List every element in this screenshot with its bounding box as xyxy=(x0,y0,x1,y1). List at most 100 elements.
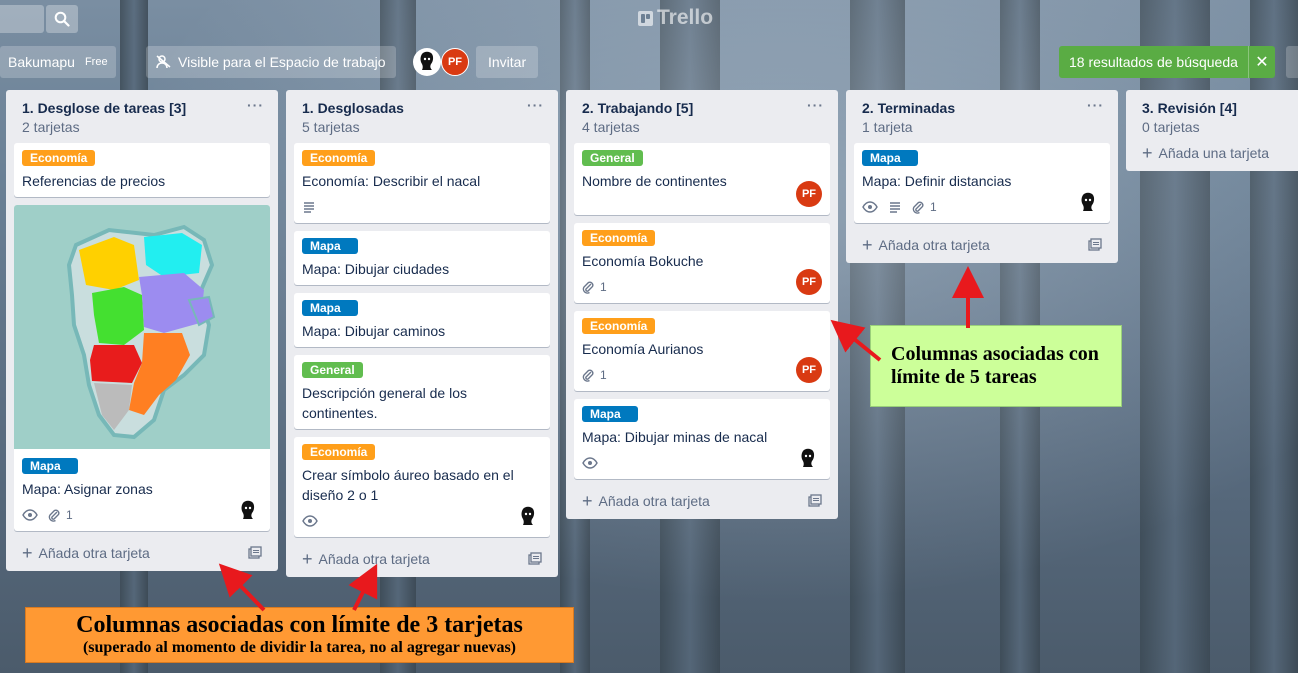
list-title[interactable]: 1. Desglosadas xyxy=(302,100,404,116)
paperclip-icon xyxy=(48,509,60,522)
card[interactable]: Economía Referencias de precios xyxy=(14,143,270,197)
list-title[interactable]: 3. Revisión [4] xyxy=(1142,100,1237,116)
plus-icon: + xyxy=(22,543,33,563)
add-card-button[interactable]: + Añada otra tarjeta xyxy=(6,539,278,571)
avatar-face-icon xyxy=(801,448,815,467)
plus-icon: + xyxy=(302,549,313,569)
card-title: Mapa: Dibujar caminos xyxy=(302,323,446,339)
card[interactable]: Economía Economía: Describir el nacal xyxy=(294,143,550,223)
close-icon[interactable]: ✕ xyxy=(1247,46,1275,78)
attachment-badge: 1 xyxy=(48,508,73,522)
card-badges xyxy=(302,511,542,531)
eye-icon xyxy=(22,509,38,521)
card[interactable]: General Nombre de continentes PF xyxy=(574,143,830,215)
card-label[interactable]: Economía xyxy=(302,444,376,460)
card-label[interactable]: Economía xyxy=(302,150,376,166)
list-card-count: 1 tarjeta xyxy=(862,119,913,135)
avatar-face-icon xyxy=(521,506,535,525)
list-desglose-de-tareas: 1. Desglose de tareas [3] ··· 2 tarjetas… xyxy=(6,90,278,571)
eye-icon xyxy=(582,457,598,469)
card[interactable]: Mapa Mapa: Dibujar minas de nacal xyxy=(574,399,830,479)
avatar-face-icon xyxy=(420,51,434,70)
card[interactable]: Mapa Mapa: Dibujar ciudades xyxy=(294,231,550,285)
list-title[interactable]: 1. Desglose de tareas [3] xyxy=(22,100,186,116)
member-avatar[interactable] xyxy=(234,497,262,525)
attachment-count: 1 xyxy=(600,368,607,382)
member-avatar[interactable] xyxy=(413,48,441,76)
member-avatar[interactable] xyxy=(1074,189,1102,217)
list-card-count: 5 tarjetas xyxy=(302,119,360,135)
invite-button[interactable]: Invitar xyxy=(476,46,539,78)
card[interactable]: Economía Crear símbolo áureo basado en e… xyxy=(294,437,550,537)
member-avatar[interactable] xyxy=(794,445,822,473)
list-menu-button[interactable]: ··· xyxy=(247,98,264,116)
card[interactable]: Economía Economía Bokuche 1 PF xyxy=(574,223,830,303)
member-avatar-pf[interactable]: PF xyxy=(796,181,822,207)
trello-logo-icon xyxy=(638,10,653,26)
list-title[interactable]: 2. Terminadas xyxy=(862,100,955,116)
trello-logo[interactable]: Trello xyxy=(638,6,713,30)
card[interactable]: Mapa Mapa: Definir distancias 1 xyxy=(854,143,1110,223)
add-card-label: Añada otra tarjeta xyxy=(318,551,430,567)
search-input[interactable] xyxy=(0,5,44,33)
add-card-button[interactable]: + Añada una tarjeta xyxy=(1126,143,1298,171)
attachment-count: 1 xyxy=(600,280,607,294)
member-avatar-pf[interactable]: PF xyxy=(796,357,822,383)
template-icon[interactable] xyxy=(528,552,542,566)
card[interactable]: Economía Economía Aurianos 1 PF xyxy=(574,311,830,391)
search-button[interactable] xyxy=(46,5,78,33)
card[interactable]: Mapa Mapa: Dibujar caminos xyxy=(294,293,550,347)
card-title: Descripción general de los continentes. xyxy=(302,385,467,421)
list-menu-button[interactable]: ··· xyxy=(527,98,544,116)
paperclip-icon xyxy=(912,201,924,214)
list-menu-button[interactable]: ··· xyxy=(807,98,824,116)
list-revision: 3. Revisión [4] 0 tarjetas + Añada una ta… xyxy=(1126,90,1298,171)
card-label[interactable]: Economía xyxy=(582,230,656,246)
card[interactable]: General Descripción general de los conti… xyxy=(294,355,550,429)
card[interactable]: Mapa Mapa: Asignar zonas 1 xyxy=(14,205,270,531)
visibility-button[interactable]: Visible para el Espacio de trabajo xyxy=(146,46,396,78)
template-icon[interactable] xyxy=(248,546,262,560)
card-badges: 1 xyxy=(582,365,822,385)
card-badges: 1 xyxy=(22,505,262,525)
card-title: Mapa: Asignar zonas xyxy=(22,481,153,497)
member-avatar-pf[interactable]: PF xyxy=(796,269,822,295)
board-menu-button[interactable] xyxy=(1286,46,1298,78)
board-name-button[interactable]: Bakumapu Free xyxy=(0,46,116,78)
board-header: Bakumapu Free Visible para el Espacio de… xyxy=(0,46,1298,78)
add-card-button[interactable]: + Añada otra tarjeta xyxy=(846,231,1118,263)
list-menu-button[interactable]: ··· xyxy=(1087,98,1104,116)
add-card-label: Añada otra tarjeta xyxy=(38,545,150,561)
card-label[interactable]: Mapa xyxy=(582,406,638,422)
list-card-count: 4 tarjetas xyxy=(582,119,640,135)
list-desglosadas: 1. Desglosadas ··· 5 tarjetas Economía E… xyxy=(286,90,558,577)
member-avatar-pf[interactable]: PF xyxy=(441,48,469,76)
member-avatar[interactable] xyxy=(514,503,542,531)
template-icon[interactable] xyxy=(808,494,822,508)
card-badges: 1 xyxy=(582,277,822,297)
add-card-label: Añada otra tarjeta xyxy=(598,493,710,509)
card-label[interactable]: Economía xyxy=(22,150,96,166)
card-label[interactable]: General xyxy=(582,150,643,166)
card-label[interactable]: Mapa xyxy=(862,150,918,166)
card-badges xyxy=(582,453,822,473)
avatar-face-icon xyxy=(1081,192,1095,211)
avatar-face-icon xyxy=(241,500,255,519)
logo-text: Trello xyxy=(657,6,714,29)
search-results-label: 18 resultados de búsqueda xyxy=(1069,54,1238,70)
add-card-button[interactable]: + Añada otra tarjeta xyxy=(286,545,558,577)
board-name: Bakumapu xyxy=(8,54,75,70)
list-title[interactable]: 2. Trabajando [5] xyxy=(582,100,693,116)
annotation-line: Columnas asociadas con límite de 3 tarje… xyxy=(76,612,523,638)
add-card-button[interactable]: + Añada otra tarjeta xyxy=(566,487,838,519)
card-cover-map-image xyxy=(14,205,270,449)
card-title: Economía: Describir el nacal xyxy=(302,173,481,189)
attachment-count: 1 xyxy=(66,508,73,522)
template-icon[interactable] xyxy=(1088,238,1102,252)
card-label[interactable]: Mapa xyxy=(302,238,358,254)
card-label[interactable]: Economía xyxy=(582,318,656,334)
card-label[interactable]: Mapa xyxy=(22,458,78,474)
card-label[interactable]: General xyxy=(302,362,363,378)
search-results-banner[interactable]: 18 resultados de búsqueda ✕ xyxy=(1059,46,1275,78)
card-label[interactable]: Mapa xyxy=(302,300,358,316)
